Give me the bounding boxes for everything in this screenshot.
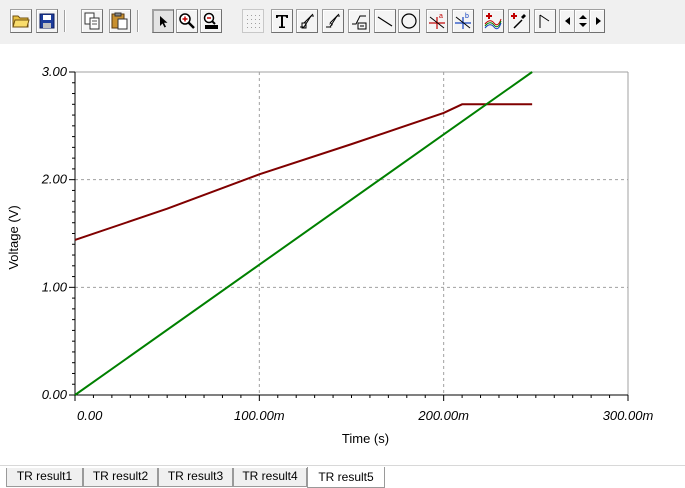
tab-tr-result3[interactable]: TR result3	[158, 468, 233, 487]
nav-left-button[interactable]	[559, 9, 575, 33]
zoom-100-icon	[203, 12, 218, 29]
marker-b-icon: b	[455, 13, 471, 29]
grid-button[interactable]	[242, 9, 264, 33]
save-disk-icon	[39, 13, 55, 29]
toolbar-separator	[137, 10, 139, 32]
add-curve-icon	[484, 13, 502, 30]
x-axis-label: Time (s)	[342, 431, 389, 446]
series-line-2	[74, 71, 533, 396]
probe-add-icon	[511, 13, 526, 29]
tab-tr-result4[interactable]: TR result4	[233, 468, 307, 487]
flag-icon	[539, 14, 550, 28]
plot-panel[interactable]: 0.00 1.00 2.00 3.00 0.00 100.00m 200.00m 300.00…	[0, 44, 685, 465]
toolbar: ? a b	[0, 0, 685, 44]
cursor-a-icon	[300, 13, 314, 29]
flag-button[interactable]	[534, 9, 556, 33]
ellipse-tool-icon	[401, 13, 417, 29]
tab-tr-result5[interactable]: TR result5	[307, 467, 385, 488]
cursor-diff-button[interactable]	[348, 9, 370, 33]
paste-icon	[111, 12, 128, 30]
tab-tr-result1[interactable]: TR result1	[6, 468, 83, 487]
y-tick-label: 3.00	[42, 64, 68, 79]
y-tick-label: 2.00	[41, 172, 68, 187]
cursor-b-button[interactable]: ?	[322, 9, 344, 33]
open-folder-icon	[12, 15, 30, 28]
copy-button[interactable]	[81, 9, 103, 33]
cursor-b-icon: ?	[326, 13, 340, 30]
y-tick-label: 0.00	[42, 387, 68, 402]
add-curve-button[interactable]	[482, 9, 504, 33]
text-tool-button[interactable]	[271, 9, 293, 33]
y-tick-label: 1.00	[42, 279, 68, 294]
svg-text:b: b	[465, 13, 469, 20]
x-tick-label: 0.00	[77, 408, 103, 423]
select-pointer-icon	[160, 16, 168, 28]
voltage-time-chart[interactable]: 0.00 1.00 2.00 3.00 0.00 100.00m 200.00m 300.00…	[0, 44, 685, 465]
paste-button[interactable]	[109, 9, 131, 33]
y-axis-label: Voltage (V)	[6, 205, 21, 269]
cursor-a-button[interactable]	[296, 9, 318, 33]
line-tool-icon	[377, 16, 393, 27]
x-tick-label: 100.00m	[234, 408, 285, 423]
zoom-in-button[interactable]	[176, 9, 198, 33]
save-button[interactable]	[36, 9, 58, 33]
zoom-100-button[interactable]	[200, 9, 222, 33]
line-tool-button[interactable]	[374, 9, 396, 33]
svg-text:?: ?	[329, 23, 333, 30]
svg-text:a: a	[439, 13, 443, 20]
toolbar-separator	[64, 10, 66, 32]
nav-right-button[interactable]	[589, 9, 605, 33]
ellipse-tool-button[interactable]	[398, 9, 420, 33]
open-button[interactable]	[10, 9, 32, 33]
marker-b-button[interactable]: b	[452, 9, 474, 33]
nav-updown-icon	[579, 15, 587, 27]
series-line-1	[74, 103, 533, 241]
nav-left-icon	[565, 17, 570, 25]
nav-right-icon	[596, 17, 601, 25]
result-tabs: TR result1 TR result2 TR result3 TR resu…	[0, 465, 685, 488]
zoom-in-icon	[179, 13, 195, 29]
marker-a-button[interactable]: a	[426, 9, 448, 33]
x-tick-label: 200.00m	[417, 408, 469, 423]
cursor-diff-icon	[352, 15, 367, 30]
nav-updown-button[interactable]	[574, 9, 590, 33]
probe-button[interactable]	[508, 9, 530, 33]
select-button[interactable]	[152, 9, 174, 33]
text-tool-icon	[276, 15, 288, 28]
marker-a-icon: a	[429, 13, 445, 29]
grid-icon	[247, 15, 260, 28]
copy-icon	[84, 12, 100, 30]
x-tick-label: 300.00m	[603, 408, 654, 423]
tab-tr-result2[interactable]: TR result2	[83, 468, 158, 487]
